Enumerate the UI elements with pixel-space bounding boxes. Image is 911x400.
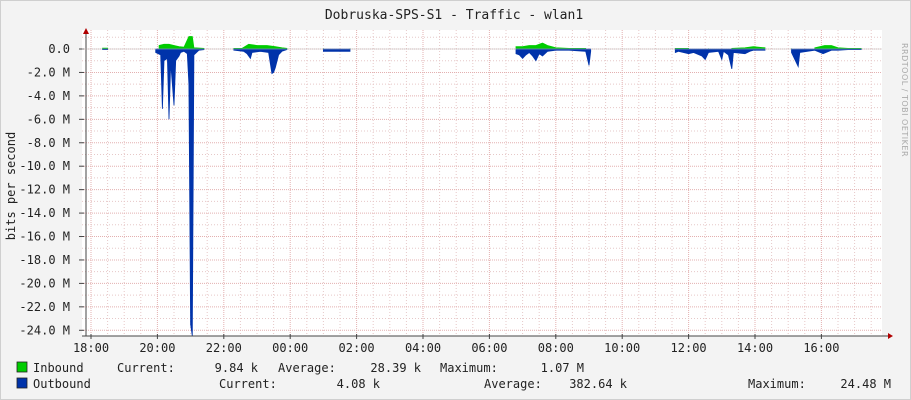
legend-outbound-average-label: Average:: [484, 377, 542, 391]
y-tick-label: -20.0 M: [19, 276, 70, 290]
y-axis-label: bits per second: [4, 132, 18, 240]
y-tick-label: -10.0 M: [19, 159, 70, 173]
legend-outbound-maximum-label: Maximum:: [748, 377, 806, 391]
x-tick-label: 06:00: [471, 341, 507, 355]
legend-inbound-average-label: Average:: [278, 361, 336, 375]
traffic-chart: 0.0 -2.0 M -4.0 M -6.0 M -8.0 M -10.0 M -12.0 …: [0, 0, 911, 400]
series-area-outbound: [323, 48, 351, 52]
x-tick-label: 02:00: [339, 341, 375, 355]
x-tick-label: 10:00: [604, 341, 640, 355]
y-tick-label: -14.0 M: [19, 206, 70, 220]
legend-outbound-label: Outbound: [33, 377, 91, 391]
x-tick-label: 16:00: [803, 341, 839, 355]
legend-swatch-outbound: [16, 377, 28, 389]
legend-inbound-average: 28.39 k: [370, 361, 421, 375]
legend-outbound-current: 4.08 k: [337, 377, 381, 391]
y-tick-label: -24.0 M: [19, 323, 70, 337]
chart-canvas: 0.0 -2.0 M -4.0 M -6.0 M -8.0 M -10.0 M -12.0 …: [0, 0, 911, 400]
chart-title: Dobruska-SPS-S1 - Traffic - wlan1: [325, 8, 583, 23]
legend-inbound-current-label: Current:: [117, 361, 175, 375]
x-tick-label: 00:00: [272, 341, 308, 355]
plot-area: [82, 30, 882, 336]
y-tick-label: -18.0 M: [19, 253, 70, 267]
x-tick-label: 04:00: [405, 341, 441, 355]
y-tick-label: -2.0 M: [27, 65, 70, 79]
legend-inbound-label: Inbound: [33, 361, 84, 375]
legend-inbound-maximum: 1.07 M: [541, 361, 584, 375]
x-tick-label: 22:00: [206, 341, 242, 355]
legend-inbound-current: 9.84 k: [215, 361, 259, 375]
y-tick-label: -16.0 M: [19, 230, 70, 244]
y-tick-label: -22.0 M: [19, 300, 70, 314]
legend-swatch-inbound: [16, 361, 28, 373]
x-tick-label: 14:00: [737, 341, 773, 355]
x-tick-label: 20:00: [139, 341, 175, 355]
legend-inbound-maximum-label: Maximum:: [440, 361, 498, 375]
legend-outbound-maximum: 24.48 M: [840, 377, 891, 391]
y-tick-label: -6.0 M: [27, 112, 70, 126]
y-tick-label: 0.0: [48, 42, 70, 56]
legend-outbound-average: 382.64 k: [569, 377, 628, 391]
x-tick-label: 18:00: [73, 341, 109, 355]
legend-outbound-current-label: Current:: [219, 377, 277, 391]
x-tick-label: 08:00: [538, 341, 574, 355]
x-tick-label: 12:00: [671, 341, 707, 355]
watermark-text: RRDTOOL / TOBI OETIKER: [900, 43, 909, 157]
y-tick-label: -12.0 M: [19, 183, 70, 197]
y-tick-label: -8.0 M: [27, 136, 70, 150]
y-tick-label: -4.0 M: [27, 89, 70, 103]
